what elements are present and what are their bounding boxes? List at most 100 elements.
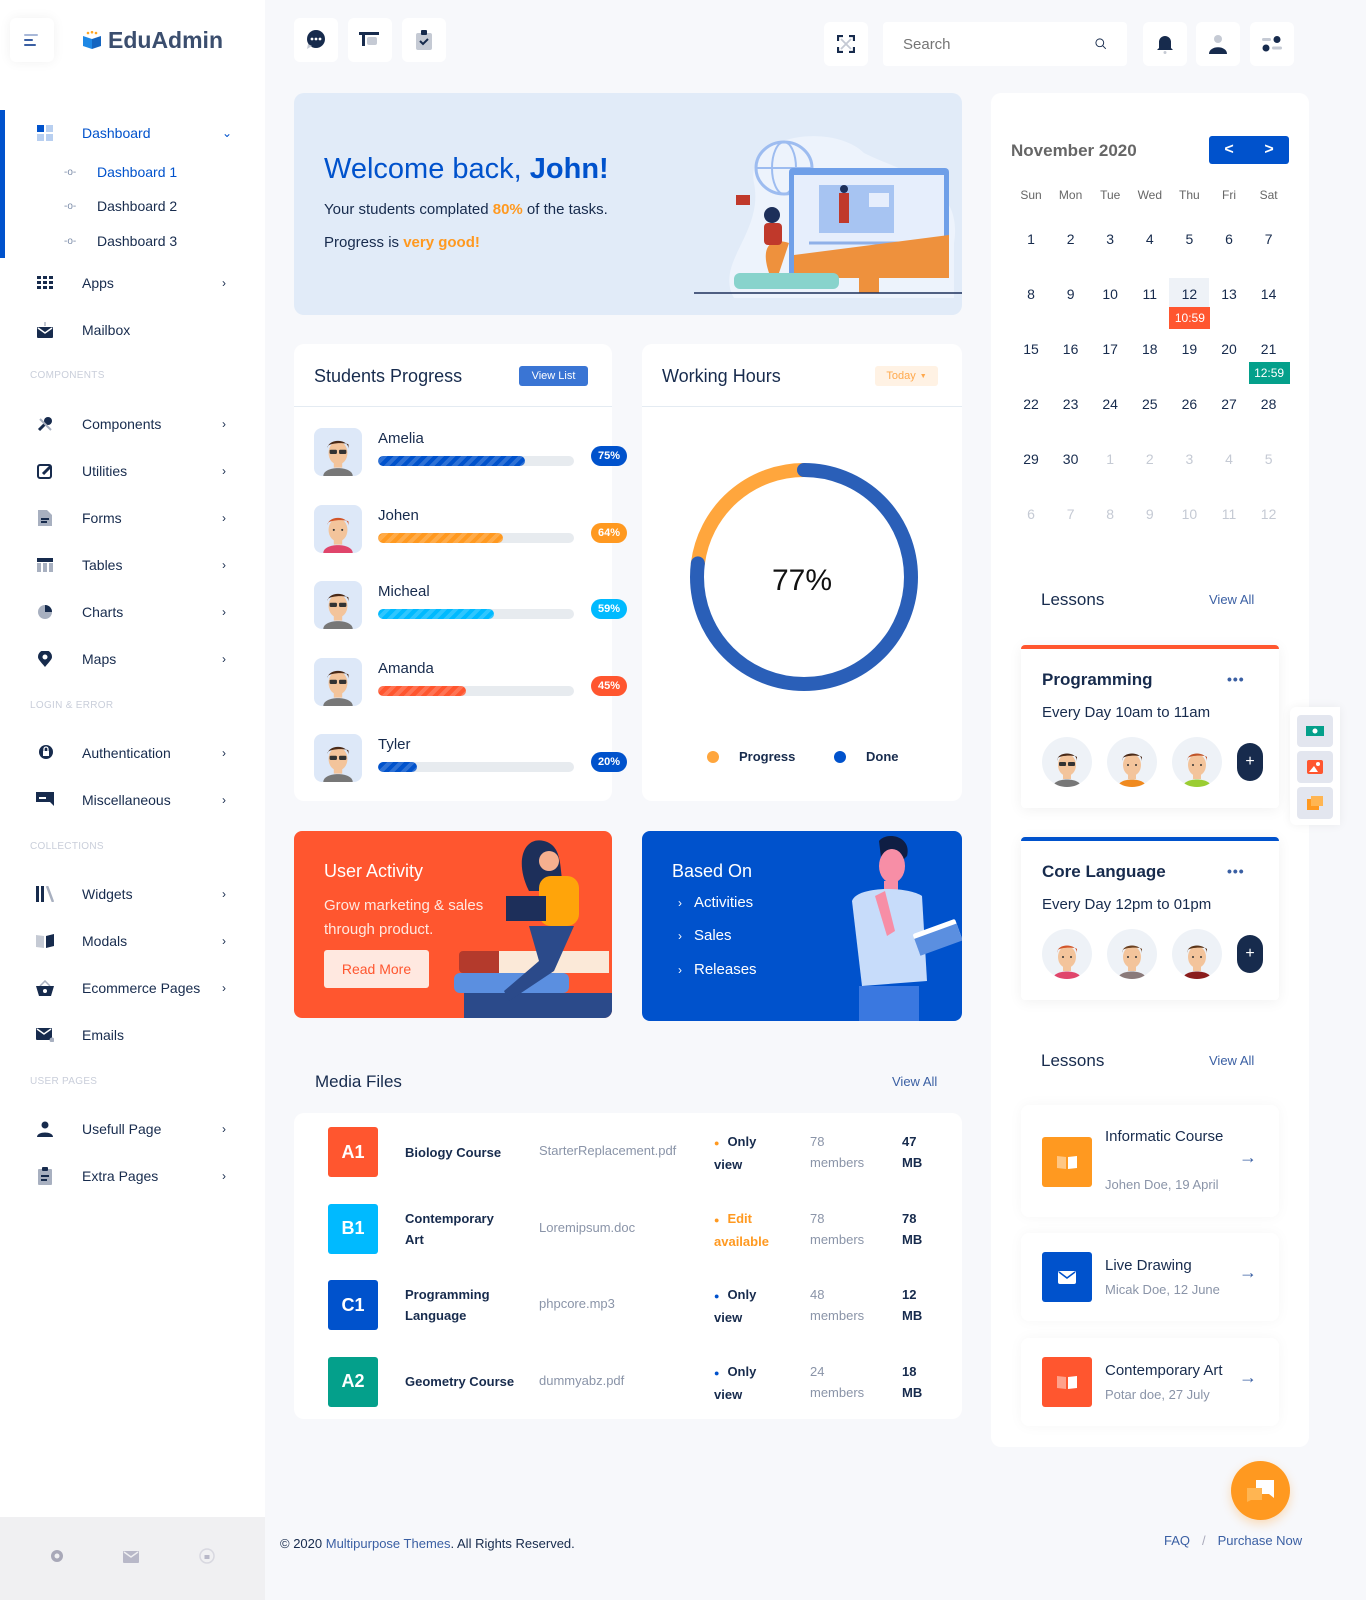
- media-file-row[interactable]: A1 Biology Course StarterReplacement.pdf ● O…: [328, 1127, 948, 1177]
- lesson-list-item[interactable]: Contemporary Art Potar doe, 27 July →: [1021, 1338, 1279, 1426]
- calendar-day[interactable]: 17: [1090, 341, 1130, 357]
- app-logo[interactable]: EduAdmin: [82, 27, 223, 54]
- calendar-day[interactable]: 1: [1090, 451, 1130, 467]
- calendar-day[interactable]: 9: [1130, 506, 1170, 522]
- sidebar-item-ecommerce[interactable]: Ecommerce Pages ›: [0, 973, 265, 1003]
- lessons-list-view-all-link[interactable]: View All: [1209, 1053, 1254, 1068]
- calendar-day[interactable]: 14: [1249, 286, 1289, 302]
- mail-icon[interactable]: [123, 1550, 140, 1568]
- add-participant-button[interactable]: +: [1237, 743, 1263, 781]
- menu-toggle-button[interactable]: [10, 18, 54, 62]
- calendar-day[interactable]: 26: [1169, 396, 1209, 412]
- calendar-day[interactable]: 19: [1169, 341, 1209, 357]
- calendar-day[interactable]: 16: [1051, 341, 1091, 357]
- sidebar-subitem-dashboard-3[interactable]: -o- Dashboard 3: [64, 229, 177, 253]
- calendar-day[interactable]: 4: [1130, 231, 1170, 247]
- based-on-item-releases[interactable]: › Releases: [678, 961, 757, 978]
- calendar-day[interactable]: 7: [1051, 506, 1091, 522]
- calendar-day[interactable]: 28: [1249, 396, 1289, 412]
- calendar-event[interactable]: 12:59: [1248, 362, 1290, 384]
- media-file-row[interactable]: C1 Programming Language phpcore.mp3 ● Only vi…: [328, 1280, 948, 1330]
- calendar-day[interactable]: 2: [1130, 451, 1170, 467]
- more-options-icon[interactable]: •••: [1227, 671, 1245, 687]
- calendar-day[interactable]: 8: [1090, 506, 1130, 522]
- sidebar-subitem-dashboard-2[interactable]: -o- Dashboard 2: [64, 194, 177, 218]
- search-input[interactable]: [903, 35, 1083, 53]
- add-participant-button[interactable]: +: [1237, 935, 1263, 973]
- lesson-card[interactable]: Programming ••• Every Day 10am to 11am +: [1021, 645, 1279, 808]
- based-on-item-sales[interactable]: › Sales: [678, 927, 732, 944]
- calendar-day[interactable]: 13: [1209, 286, 1249, 302]
- today-dropdown[interactable]: Today ▼: [875, 366, 938, 386]
- lesson-list-item[interactable]: Informatic Course Johen Doe, 19 April →: [1021, 1105, 1279, 1217]
- sidebar-item-tables[interactable]: Tables ›: [0, 550, 265, 580]
- sidebar-item-utilities[interactable]: Utilities ›: [0, 456, 265, 486]
- chat-button[interactable]: [294, 18, 338, 62]
- calendar-day[interactable]: 18: [1130, 341, 1170, 357]
- calendar-day[interactable]: 7: [1249, 231, 1289, 247]
- calendar-day[interactable]: 10: [1169, 506, 1209, 522]
- lessons-view-all-link[interactable]: View All: [1209, 592, 1254, 607]
- lesson-card[interactable]: Core Language ••• Every Day 12pm to 01pm +: [1021, 837, 1279, 1000]
- media-view-all-link[interactable]: View All: [892, 1074, 937, 1089]
- file-name[interactable]: dummyabz.pdf: [539, 1373, 624, 1388]
- fullscreen-button[interactable]: [824, 22, 868, 66]
- tasks-button[interactable]: [402, 18, 446, 62]
- calendar-day[interactable]: 11: [1209, 506, 1249, 522]
- calendar-day[interactable]: 1: [1011, 231, 1051, 247]
- search-icon[interactable]: [1095, 34, 1107, 54]
- cash-button[interactable]: [1297, 715, 1333, 747]
- media-file-row[interactable]: B1 Contemporary Art Loremipsum.doc ● Edit ava…: [328, 1203, 948, 1254]
- sidebar-item-forms[interactable]: Forms ›: [0, 503, 265, 533]
- more-options-icon[interactable]: •••: [1227, 863, 1245, 879]
- calendar-day[interactable]: 23: [1051, 396, 1091, 412]
- lock-screen-icon[interactable]: [199, 1548, 215, 1569]
- calendar-day[interactable]: 9: [1051, 286, 1091, 302]
- calendar-day[interactable]: 5: [1169, 231, 1209, 247]
- calendar-day[interactable]: 6: [1011, 506, 1051, 522]
- calendar-day[interactable]: 11: [1130, 286, 1170, 302]
- calendar-event[interactable]: 10:59: [1169, 307, 1211, 329]
- calendar-next-button[interactable]: >: [1264, 141, 1273, 159]
- sidebar-item-dashboard[interactable]: Dashboard ⌄: [0, 118, 265, 148]
- calendar-day[interactable]: 30: [1051, 451, 1091, 467]
- calendar-day[interactable]: 27: [1209, 396, 1249, 412]
- sidebar-item-components[interactable]: Components ›: [0, 409, 265, 439]
- sidebar-item-charts[interactable]: Charts ›: [0, 597, 265, 627]
- file-name[interactable]: StarterReplacement.pdf: [539, 1143, 676, 1158]
- calendar-day[interactable]: 22: [1011, 396, 1051, 412]
- calendar-day[interactable]: 2: [1051, 231, 1091, 247]
- footer-company-link[interactable]: Multipurpose Themes: [326, 1536, 451, 1551]
- sidebar-item-widgets[interactable]: Widgets ›: [0, 879, 265, 909]
- sidebar-item-mailbox[interactable]: Mailbox: [0, 315, 265, 345]
- sidebar-item-miscellaneous[interactable]: Miscellaneous ›: [0, 785, 265, 815]
- media-file-row[interactable]: A2 Geometry Course dummyabz.pdf ● Only view 24…: [328, 1356, 948, 1407]
- based-on-item-activities[interactable]: › Activities: [678, 894, 753, 911]
- settings-gear-icon[interactable]: [50, 1549, 64, 1568]
- view-list-button[interactable]: View List: [519, 366, 588, 386]
- calendar-day[interactable]: 3: [1169, 451, 1209, 467]
- calendar-day[interactable]: 24: [1090, 396, 1130, 412]
- arrow-right-icon[interactable]: →: [1239, 1262, 1257, 1283]
- purchase-now-link[interactable]: Purchase Now: [1218, 1533, 1303, 1548]
- settings-toggle-button[interactable]: [1250, 22, 1294, 66]
- sidebar-item-modals[interactable]: Modals ›: [0, 926, 265, 956]
- calendar-day[interactable]: 21: [1249, 341, 1289, 357]
- notifications-button[interactable]: [1143, 22, 1187, 66]
- calendar-day[interactable]: 10: [1090, 286, 1130, 302]
- coffee-button[interactable]: [348, 18, 392, 62]
- calendar-day[interactable]: 20: [1209, 341, 1249, 357]
- arrow-right-icon[interactable]: →: [1239, 1367, 1257, 1388]
- calendar-day[interactable]: 25: [1130, 396, 1170, 412]
- gallery-button[interactable]: [1297, 751, 1333, 783]
- file-name[interactable]: Loremipsum.doc: [539, 1220, 635, 1235]
- read-more-button[interactable]: Read More: [324, 950, 429, 988]
- profile-button[interactable]: [1196, 22, 1240, 66]
- sidebar-item-authentication[interactable]: Authentication ›: [0, 738, 265, 768]
- sidebar-subitem-dashboard-1[interactable]: -o- Dashboard 1: [64, 160, 177, 184]
- calendar-prev-button[interactable]: <: [1224, 141, 1233, 159]
- calendar-day[interactable]: 12: [1249, 506, 1289, 522]
- sidebar-item-apps[interactable]: Apps ›: [0, 268, 265, 298]
- calendar-day[interactable]: 29: [1011, 451, 1051, 467]
- sidebar-item-extra-pages[interactable]: Extra Pages ›: [0, 1161, 265, 1191]
